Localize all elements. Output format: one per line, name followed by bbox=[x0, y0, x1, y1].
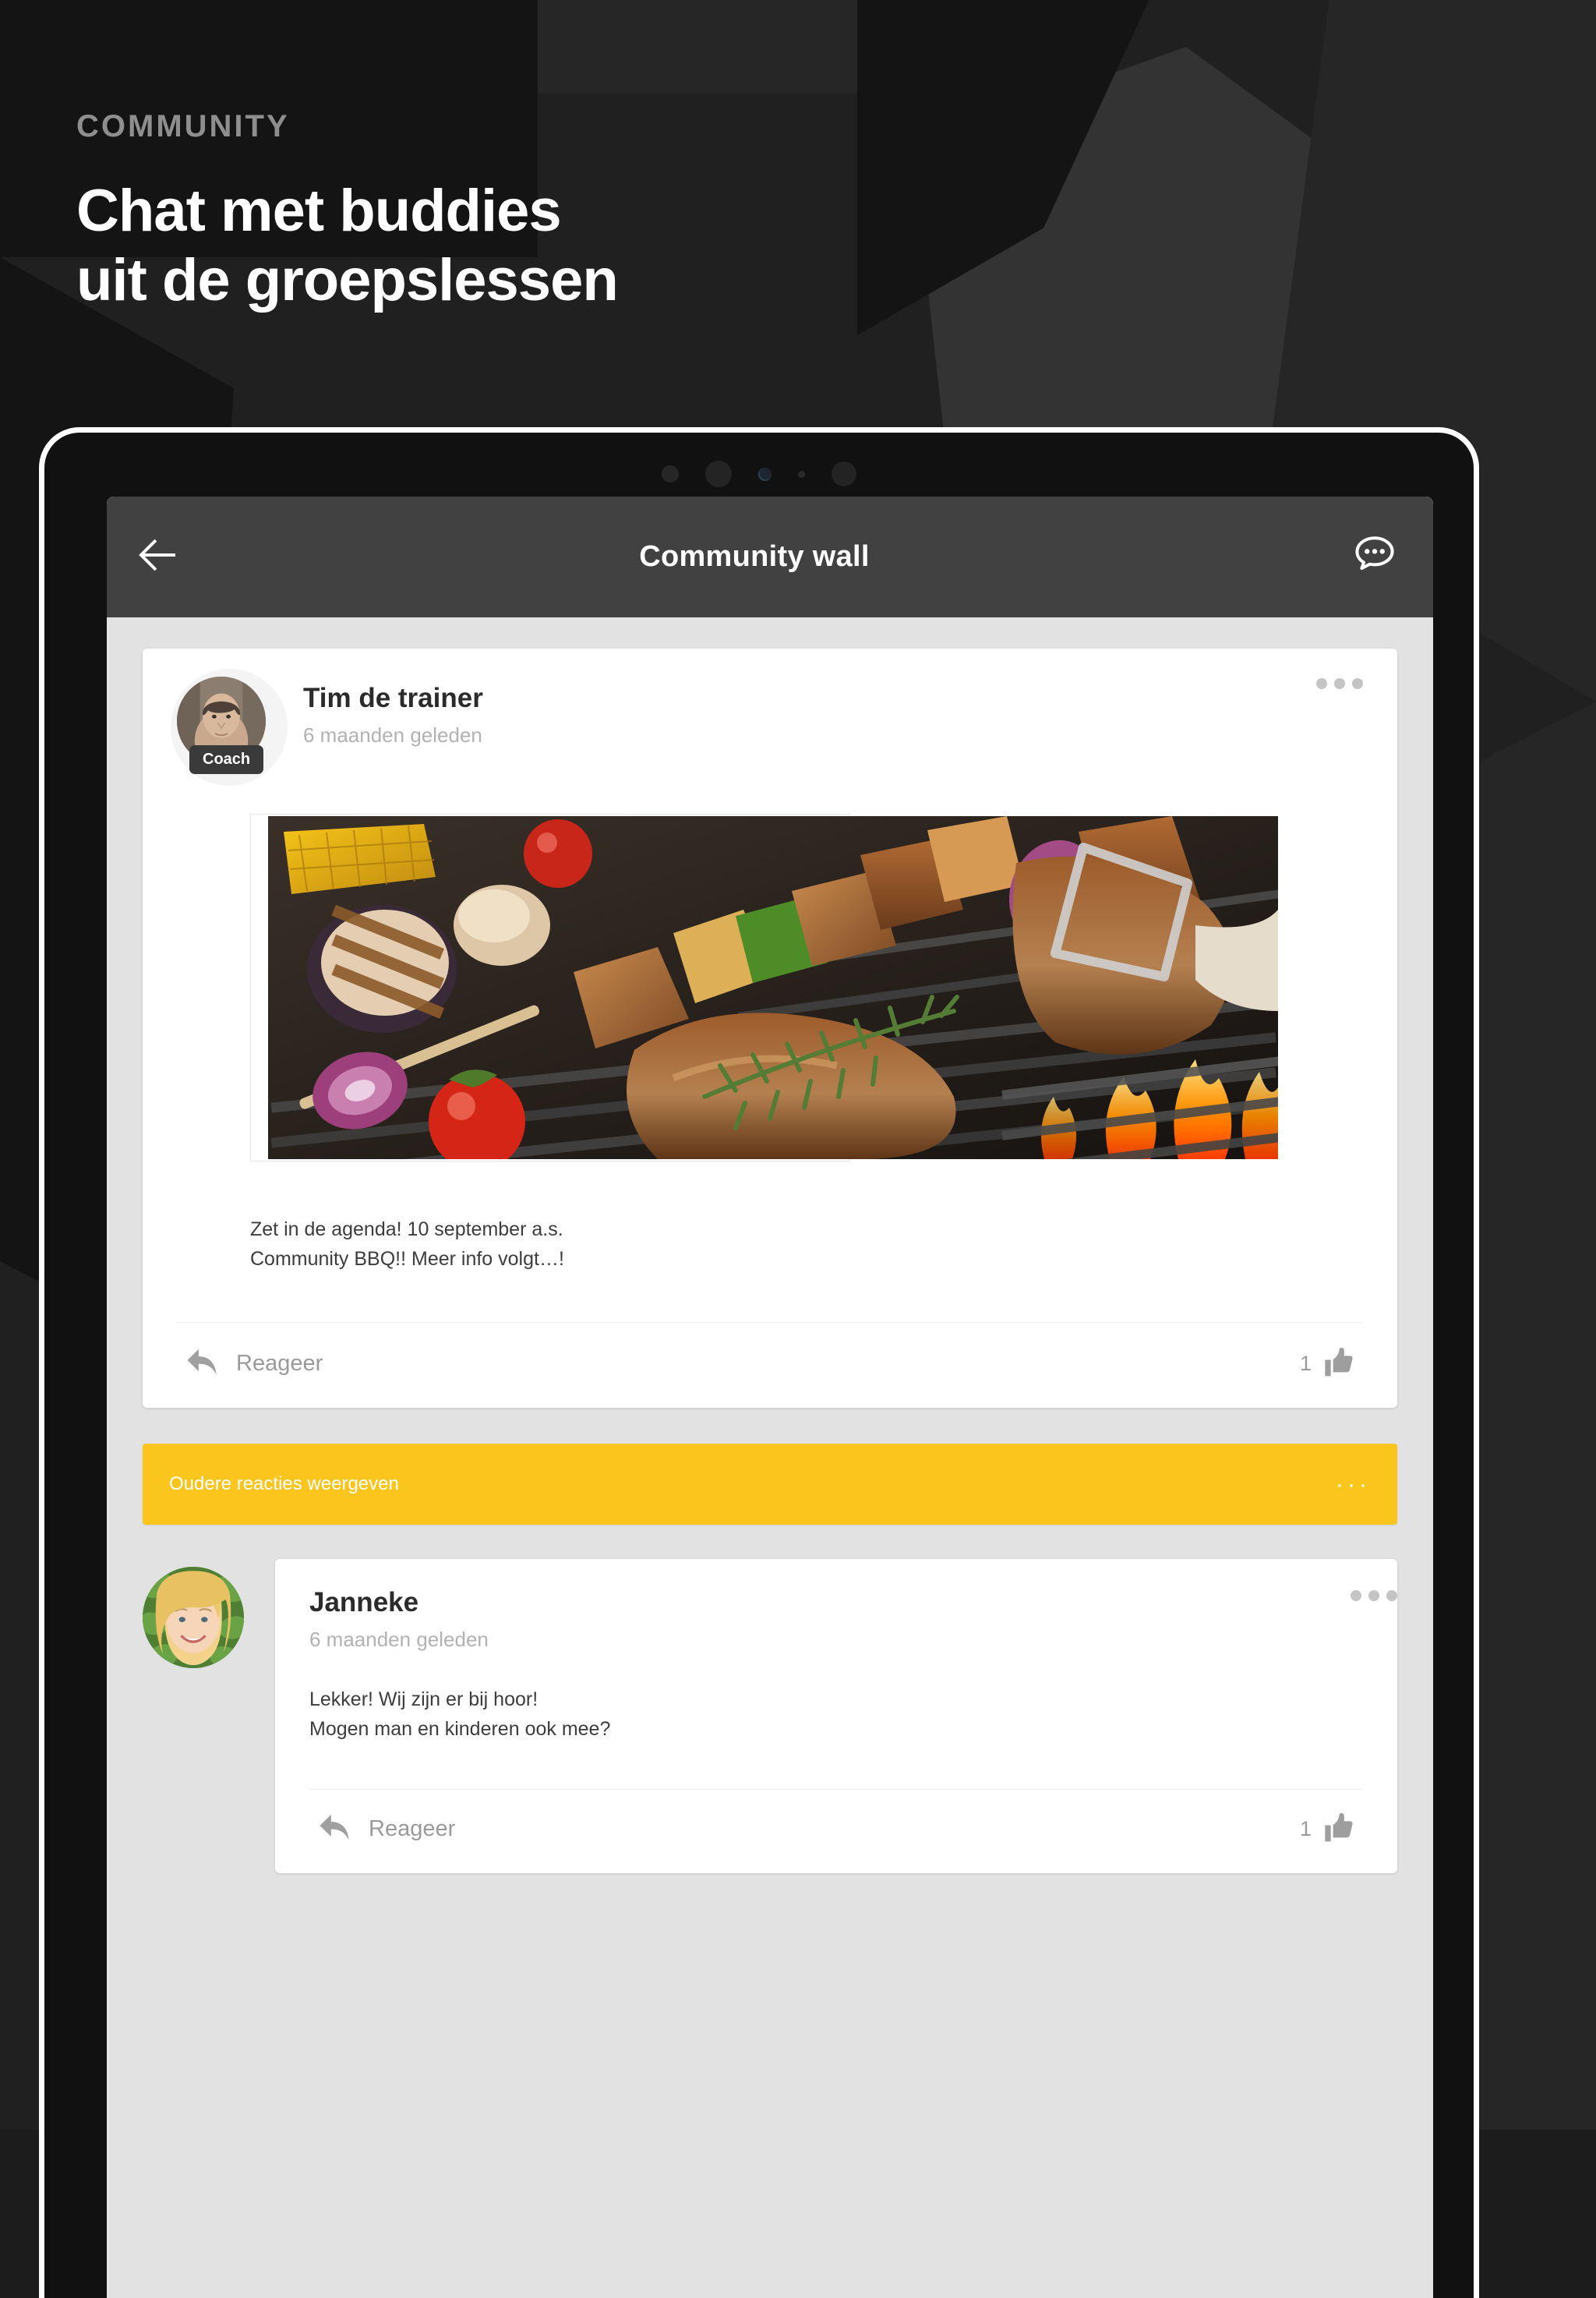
app-header-bar: Community wall bbox=[107, 497, 1433, 617]
comment-card: Janneke 6 maanden geleden Lekker! Wij zi… bbox=[275, 1559, 1397, 1873]
comment-timestamp: 6 maanden geleden bbox=[309, 1628, 1363, 1652]
arrow-left-icon bbox=[136, 533, 179, 581]
chat-bubble-icon bbox=[1351, 531, 1399, 583]
comment-body-line-2: Mogen man en kinderen ook mee? bbox=[309, 1714, 1363, 1744]
comment-action-bar: Reageer 1 bbox=[275, 1790, 1397, 1873]
post-body-line-1: Zet in de agenda! 10 september a.s. bbox=[250, 1214, 1397, 1244]
comment-body-line-1: Lekker! Wij zijn er bij hoor! bbox=[309, 1685, 1363, 1714]
post-author-name: Tim de trainer bbox=[303, 683, 483, 714]
open-chat-button[interactable] bbox=[1316, 497, 1433, 617]
comment-body: Lekker! Wij zijn er bij hoor! Mogen man … bbox=[275, 1652, 1397, 1744]
thumbs-up-icon bbox=[1322, 1346, 1354, 1381]
post-like-count: 1 bbox=[1300, 1352, 1312, 1376]
comment-like-button[interactable]: 1 bbox=[1300, 1812, 1354, 1847]
comment-author-name: Janneke bbox=[309, 1587, 1363, 1618]
page-title: Community wall bbox=[192, 540, 1316, 574]
post-card: Coach Tim de trainer 6 maanden geleden bbox=[143, 649, 1397, 1408]
overflow-dots-icon bbox=[1386, 1590, 1397, 1601]
promo-headline-line-2: uit de groepslessen bbox=[76, 246, 856, 316]
tablet-device-mockup: Community wall bbox=[39, 427, 1479, 2298]
comment-like-count: 1 bbox=[1300, 1817, 1312, 1841]
post-body: Zet in de agenda! 10 september a.s. Comm… bbox=[143, 1161, 1397, 1274]
post-overflow-menu-button[interactable] bbox=[1316, 678, 1363, 689]
coach-badge: Coach bbox=[189, 745, 263, 774]
comment-header: Janneke 6 maanden geleden bbox=[275, 1587, 1397, 1652]
sensor-dot-icon bbox=[662, 465, 679, 483]
comment-avatar[interactable] bbox=[143, 1567, 244, 1668]
comment-row: Janneke 6 maanden geleden Lekker! Wij zi… bbox=[143, 1559, 1397, 1873]
app-screen: Community wall bbox=[107, 497, 1433, 2298]
post-image-frame bbox=[250, 814, 850, 1161]
promo-eyebrow: COMMUNITY bbox=[76, 109, 856, 144]
overflow-dots-icon bbox=[1316, 678, 1327, 689]
speaker-dot-icon bbox=[705, 461, 732, 487]
overflow-dots-icon bbox=[1352, 678, 1363, 689]
overflow-dots-icon bbox=[1368, 1590, 1379, 1601]
speaker-dot-icon bbox=[832, 461, 856, 486]
post-avatar-wrapper: Coach bbox=[177, 677, 280, 765]
thumbs-up-icon bbox=[1322, 1812, 1354, 1847]
overflow-dots-icon bbox=[1334, 678, 1345, 689]
show-older-comments-label: Oudere reacties weergeven bbox=[169, 1473, 399, 1495]
comment-reply-label: Reageer bbox=[369, 1816, 455, 1842]
banner-dots-icon: ··· bbox=[1336, 1479, 1371, 1490]
comment-overflow-menu-button[interactable] bbox=[1351, 1590, 1397, 1601]
reply-arrow-icon bbox=[186, 1348, 219, 1380]
reply-arrow-icon bbox=[319, 1813, 351, 1845]
post-reply-button[interactable]: Reageer bbox=[186, 1348, 323, 1380]
post-action-bar: Reageer 1 bbox=[143, 1323, 1397, 1408]
promo-headline: Chat met buddies uit de groepslessen bbox=[76, 177, 856, 316]
overflow-dots-icon bbox=[1351, 1590, 1361, 1601]
post-reply-label: Reageer bbox=[236, 1351, 323, 1377]
bg-shard bbox=[538, 0, 912, 94]
promo-headline-line-1: Chat met buddies bbox=[76, 177, 856, 246]
post-timestamp: 6 maanden geleden bbox=[303, 723, 483, 748]
post-header: Coach Tim de trainer 6 maanden geleden bbox=[143, 649, 1397, 765]
post-image[interactable] bbox=[268, 816, 1278, 1159]
community-feed: Coach Tim de trainer 6 maanden geleden bbox=[107, 617, 1433, 2298]
tablet-bezel-sensors bbox=[44, 456, 1474, 492]
show-older-comments-banner[interactable]: Oudere reacties weergeven ··· bbox=[143, 1444, 1397, 1525]
post-author-meta: Tim de trainer 6 maanden geleden bbox=[303, 677, 483, 748]
comment-reply-button[interactable]: Reageer bbox=[319, 1813, 455, 1845]
post-body-line-2: Community BBQ!! Meer info volgt…! bbox=[250, 1244, 1397, 1274]
light-sensor-icon bbox=[798, 471, 805, 478]
post-like-button[interactable]: 1 bbox=[1300, 1346, 1354, 1381]
promo-block: COMMUNITY Chat met buddies uit de groeps… bbox=[76, 109, 856, 316]
front-camera-icon bbox=[758, 468, 772, 481]
